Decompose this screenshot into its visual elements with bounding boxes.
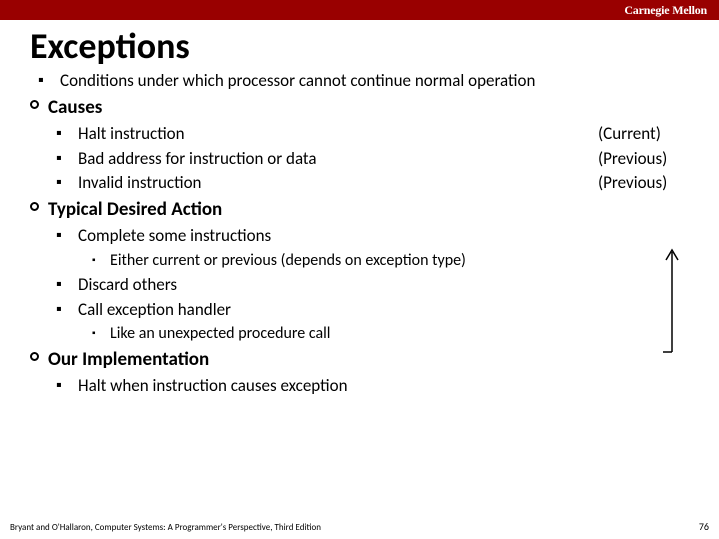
cause-tag: (Current) [598,123,698,146]
cause-item: Halt instruction (Current) [78,123,719,146]
action-text: Call exception handler [78,299,231,320]
cause-item: Bad address for instruction or data (Pre… [78,148,719,171]
action-item: Call exception handler Like an unexpecte… [78,299,719,346]
top-bar: Carnegie Mellon [0,0,719,20]
intro-line: Conditions under which processor cannot … [60,70,719,93]
slide-body: Conditions under which processor cannot … [30,70,719,398]
impl-item: Halt when instruction causes exception [78,375,719,398]
action-text: Complete some instructions [78,225,271,246]
cause-label: Halt instruction [78,123,598,146]
up-arrow-annotation [663,246,681,354]
section-causes: Causes Halt instruction (Current) Bad ad… [48,95,719,195]
cause-label: Invalid instruction [78,172,598,195]
action-item: Discard others [78,274,719,297]
action-subitem: Either current or previous (depends on e… [110,250,719,272]
cause-tag: (Previous) [598,148,698,171]
cause-item: Invalid instruction (Previous) [78,172,719,195]
page-number: 76 [699,520,709,533]
cause-label: Bad address for instruction or data [78,148,598,171]
cause-tag: (Previous) [598,172,698,195]
footer-citation: Bryant and O'Hallaron, Computer Systems:… [10,522,321,533]
action-subitem: Like an unexpected procedure call [110,323,719,345]
section-impl: Our Implementation Halt when instruction… [48,347,719,398]
impl-head: Our Implementation [48,348,209,371]
action-item: Complete some instructions Either curren… [78,225,719,272]
footer: Bryant and O'Hallaron, Computer Systems:… [10,520,709,533]
action-head: Typical Desired Action [48,198,222,221]
slide-title: Exceptions [30,24,719,68]
brand-text: Carnegie Mellon [624,3,707,18]
causes-head: Causes [48,96,102,119]
section-action: Typical Desired Action Complete some ins… [48,197,719,345]
